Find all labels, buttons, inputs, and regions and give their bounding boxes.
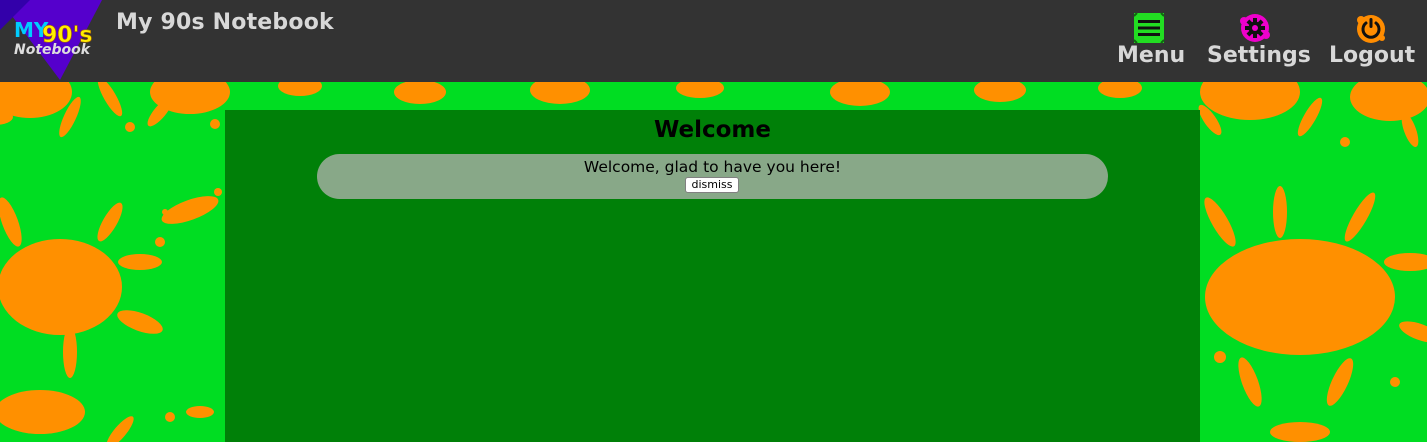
nav-label-menu: Menu — [1117, 43, 1186, 68]
welcome-notice: Welcome, glad to have you here! dismiss — [317, 154, 1108, 199]
power-icon — [1357, 15, 1385, 43]
nav-label-settings: Settings — [1207, 43, 1311, 68]
gear-icon — [1240, 14, 1270, 42]
page-title: Welcome — [653, 117, 772, 143]
hamburger-menu-icon — [1133, 12, 1165, 44]
main-content-panel: Welcome Welcome, glad to have you here! … — [225, 110, 1200, 442]
svg-text:Notebook: Notebook — [14, 42, 92, 58]
nav-item-logout[interactable]: Logout — [1329, 0, 1416, 82]
notice-message: Welcome, glad to have you here! — [583, 158, 842, 176]
dismiss-button[interactable]: dismiss — [685, 177, 739, 193]
top-navigation-bar: MY 90's Notebook My 90s Notebook Menu Se… — [0, 0, 1427, 82]
nav-item-settings[interactable]: Settings — [1207, 0, 1311, 82]
nav-item-menu[interactable]: Menu — [1117, 0, 1186, 82]
app-logo[interactable]: MY 90's Notebook — [0, 0, 102, 82]
nav-label-logout: Logout — [1329, 43, 1416, 68]
app-title: My 90s Notebook — [116, 10, 334, 35]
logo-icon: MY 90's Notebook — [0, 0, 102, 80]
